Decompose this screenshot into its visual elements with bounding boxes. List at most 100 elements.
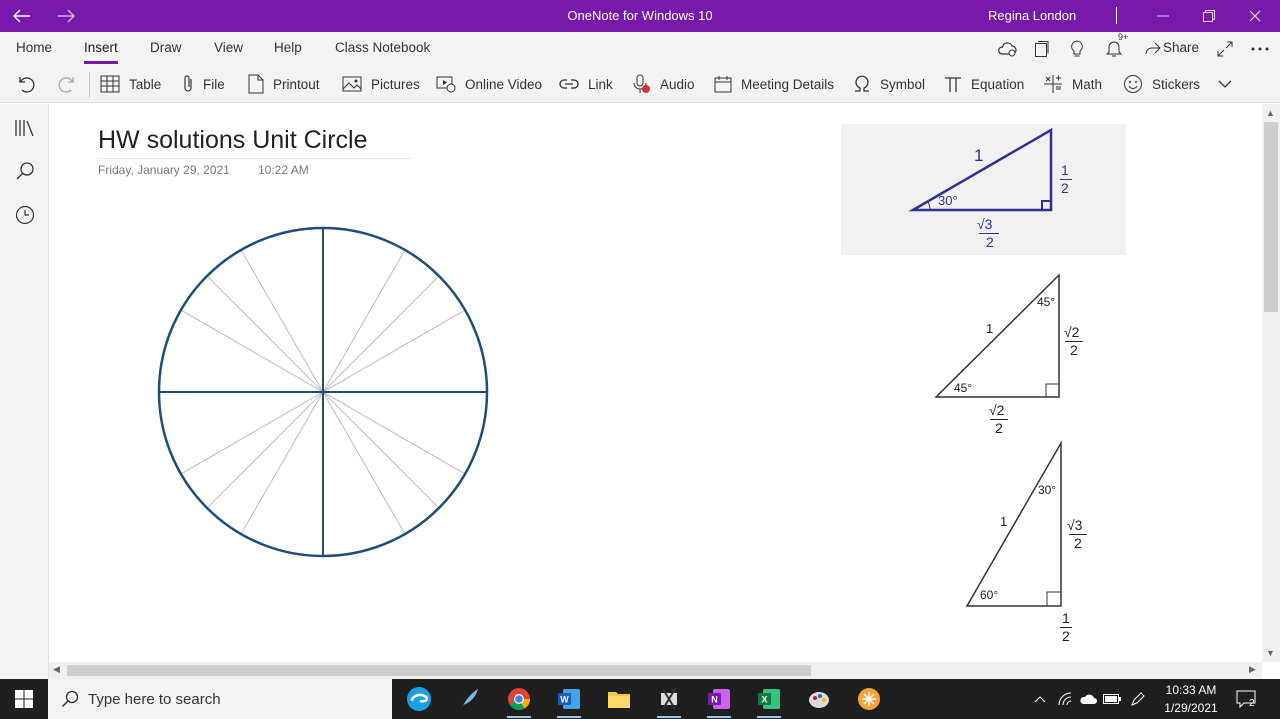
redo-icon[interactable]	[57, 73, 86, 95]
triangle-45-side-denominator: 2	[1070, 342, 1078, 358]
taskbar-search-box[interactable]: Type here to search	[48, 679, 392, 719]
windows-start-icon[interactable]	[4, 684, 44, 714]
triangle-30-angle: 30°	[938, 193, 958, 208]
sync-status-icon[interactable]	[995, 37, 1019, 61]
smiley-icon	[1124, 75, 1142, 93]
taskbar: Type here to search W N X 10:33 AM 1/29/…	[0, 679, 1280, 719]
search-placeholder: Type here to search	[88, 691, 221, 708]
triangle-30-hypotenuse: 1	[974, 146, 984, 165]
notification-badge: 9+	[1118, 32, 1129, 42]
scroll-right-arrow-icon[interactable]: ▶	[1249, 664, 1256, 675]
triangle-60-bottom-angle: 60°	[980, 588, 999, 602]
expand-icon[interactable]	[1213, 37, 1237, 61]
tab-draw[interactable]: Draw	[150, 40, 182, 55]
title-bar: OneNote for Windows 10 Regina London	[0, 0, 1280, 32]
vertical-scroll-thumb[interactable]	[1264, 122, 1278, 312]
lightbulb-icon[interactable]	[1065, 37, 1089, 61]
horizontal-scrollbar[interactable]: ◀ ▶	[49, 662, 1262, 679]
insert-online-video-button[interactable]: Online Video	[436, 73, 542, 95]
excel-icon[interactable]: X	[749, 684, 789, 718]
equation-label: Equation	[971, 76, 1025, 92]
show-hidden-icons-chevron[interactable]	[1030, 689, 1050, 709]
math-icon	[1044, 75, 1062, 93]
triangle-45-hypotenuse: 1	[986, 321, 994, 336]
share-icon[interactable]	[1141, 37, 1165, 61]
triangle-30-image[interactable]: 1 1 2 30° √3 2	[841, 124, 1126, 255]
page-title[interactable]: HW solutions Unit Circle	[98, 126, 368, 155]
feather-app-icon[interactable]	[449, 684, 489, 714]
notebooks-icon[interactable]	[1029, 37, 1053, 61]
pen-icon[interactable]	[1128, 689, 1148, 709]
app-title: OneNote for Windows 10	[567, 8, 713, 23]
undo-icon[interactable]	[16, 73, 45, 95]
insert-equation-button[interactable]: Equation	[944, 73, 1024, 95]
menu-bar: Home Insert Draw View Help Class Noteboo…	[0, 32, 1280, 66]
more-options-icon[interactable]	[1248, 37, 1272, 61]
minimize-button[interactable]	[1140, 0, 1186, 32]
triangle-30-shape	[908, 127, 1053, 212]
insert-symbol-button[interactable]: Symbol	[853, 73, 925, 95]
triangle-45-image[interactable]: 1 45° 45° √2 2 √2 2	[919, 269, 1099, 439]
network-wifi-icon[interactable]	[1056, 689, 1076, 709]
insert-table-button[interactable]: Table	[100, 73, 161, 95]
symbol-label: Symbol	[880, 76, 926, 92]
close-button[interactable]	[1232, 0, 1278, 32]
insert-file-button[interactable]: File	[182, 73, 225, 95]
clock-time[interactable]: 10:33 AM	[1160, 683, 1222, 697]
triangle-60-image[interactable]: 1 30° 60° √3 2 1 2	[949, 439, 1129, 644]
insert-stickers-button[interactable]: Stickers	[1123, 73, 1200, 95]
active-tab-indicator	[84, 61, 118, 64]
omega-icon	[855, 75, 869, 92]
tab-home[interactable]: Home	[16, 40, 52, 55]
pi-icon	[945, 77, 961, 92]
word-icon[interactable]: W	[549, 684, 589, 718]
triangle-45-base-numerator: √2	[989, 402, 1005, 418]
onedrive-cloud-icon[interactable]	[1078, 689, 1098, 709]
link-icon	[559, 79, 579, 89]
restore-button[interactable]	[1186, 0, 1232, 32]
stickers-label: Stickers	[1152, 76, 1201, 92]
notebooks-library-icon[interactable]	[13, 116, 37, 140]
vertical-scrollbar[interactable]: ▲ ▼	[1262, 104, 1280, 662]
insert-pictures-button[interactable]: Pictures	[342, 73, 420, 95]
scroll-up-arrow-icon[interactable]: ▲	[1266, 108, 1275, 118]
file-explorer-icon[interactable]	[599, 684, 639, 714]
triangle-60-top-angle: 30°	[1038, 483, 1057, 497]
scroll-left-arrow-icon[interactable]: ◀	[53, 664, 60, 675]
triangle-30-side-numerator: 1	[1061, 162, 1069, 178]
edge-icon[interactable]	[399, 684, 439, 714]
chrome-icon[interactable]	[499, 684, 539, 718]
share-button[interactable]: Share	[1163, 40, 1199, 55]
table-label: Table	[129, 76, 162, 92]
notification-count-badge: 2	[1249, 698, 1255, 709]
battery-icon[interactable]	[1102, 689, 1122, 709]
insert-audio-button[interactable]: Audio	[633, 73, 695, 95]
chevron-down-icon[interactable]	[1218, 73, 1241, 95]
tab-insert[interactable]: Insert	[84, 40, 118, 55]
page-canvas[interactable]: HW solutions Unit Circle Friday, January…	[49, 104, 1262, 662]
recent-clock-icon[interactable]	[13, 203, 37, 227]
search-icon[interactable]	[13, 159, 37, 183]
clock-date[interactable]: 1/29/2021	[1160, 701, 1222, 715]
tab-help[interactable]: Help	[274, 40, 302, 55]
orange-app-icon[interactable]	[849, 684, 889, 714]
onenote-icon[interactable]: N	[699, 684, 739, 718]
search-icon	[61, 690, 79, 708]
paint-app-icon[interactable]	[799, 684, 839, 714]
triangle-30-base-denominator: 2	[986, 234, 994, 250]
tab-view[interactable]: View	[214, 40, 243, 55]
horizontal-scroll-thumb[interactable]	[67, 665, 811, 676]
notification-center-icon[interactable]: 2	[1236, 689, 1256, 709]
notifications-bell-icon[interactable]: 9+	[1102, 32, 1128, 61]
unit-circle-drawing[interactable]	[153, 222, 493, 562]
user-name[interactable]: Regina London	[988, 8, 1076, 23]
math-button[interactable]: Math	[1043, 73, 1102, 95]
insert-printout-button[interactable]: Printout	[248, 73, 320, 95]
insert-link-button[interactable]: Link	[559, 73, 613, 95]
meeting-details-label: Meeting Details	[741, 76, 835, 92]
tab-class-notebook[interactable]: Class Notebook	[335, 40, 430, 55]
scroll-down-arrow-icon[interactable]: ▼	[1266, 648, 1275, 658]
snipping-tool-icon[interactable]	[649, 684, 689, 718]
insert-meeting-details-button[interactable]: Meeting Details	[714, 73, 834, 95]
triangle-30-base-numerator: √3	[977, 216, 993, 232]
